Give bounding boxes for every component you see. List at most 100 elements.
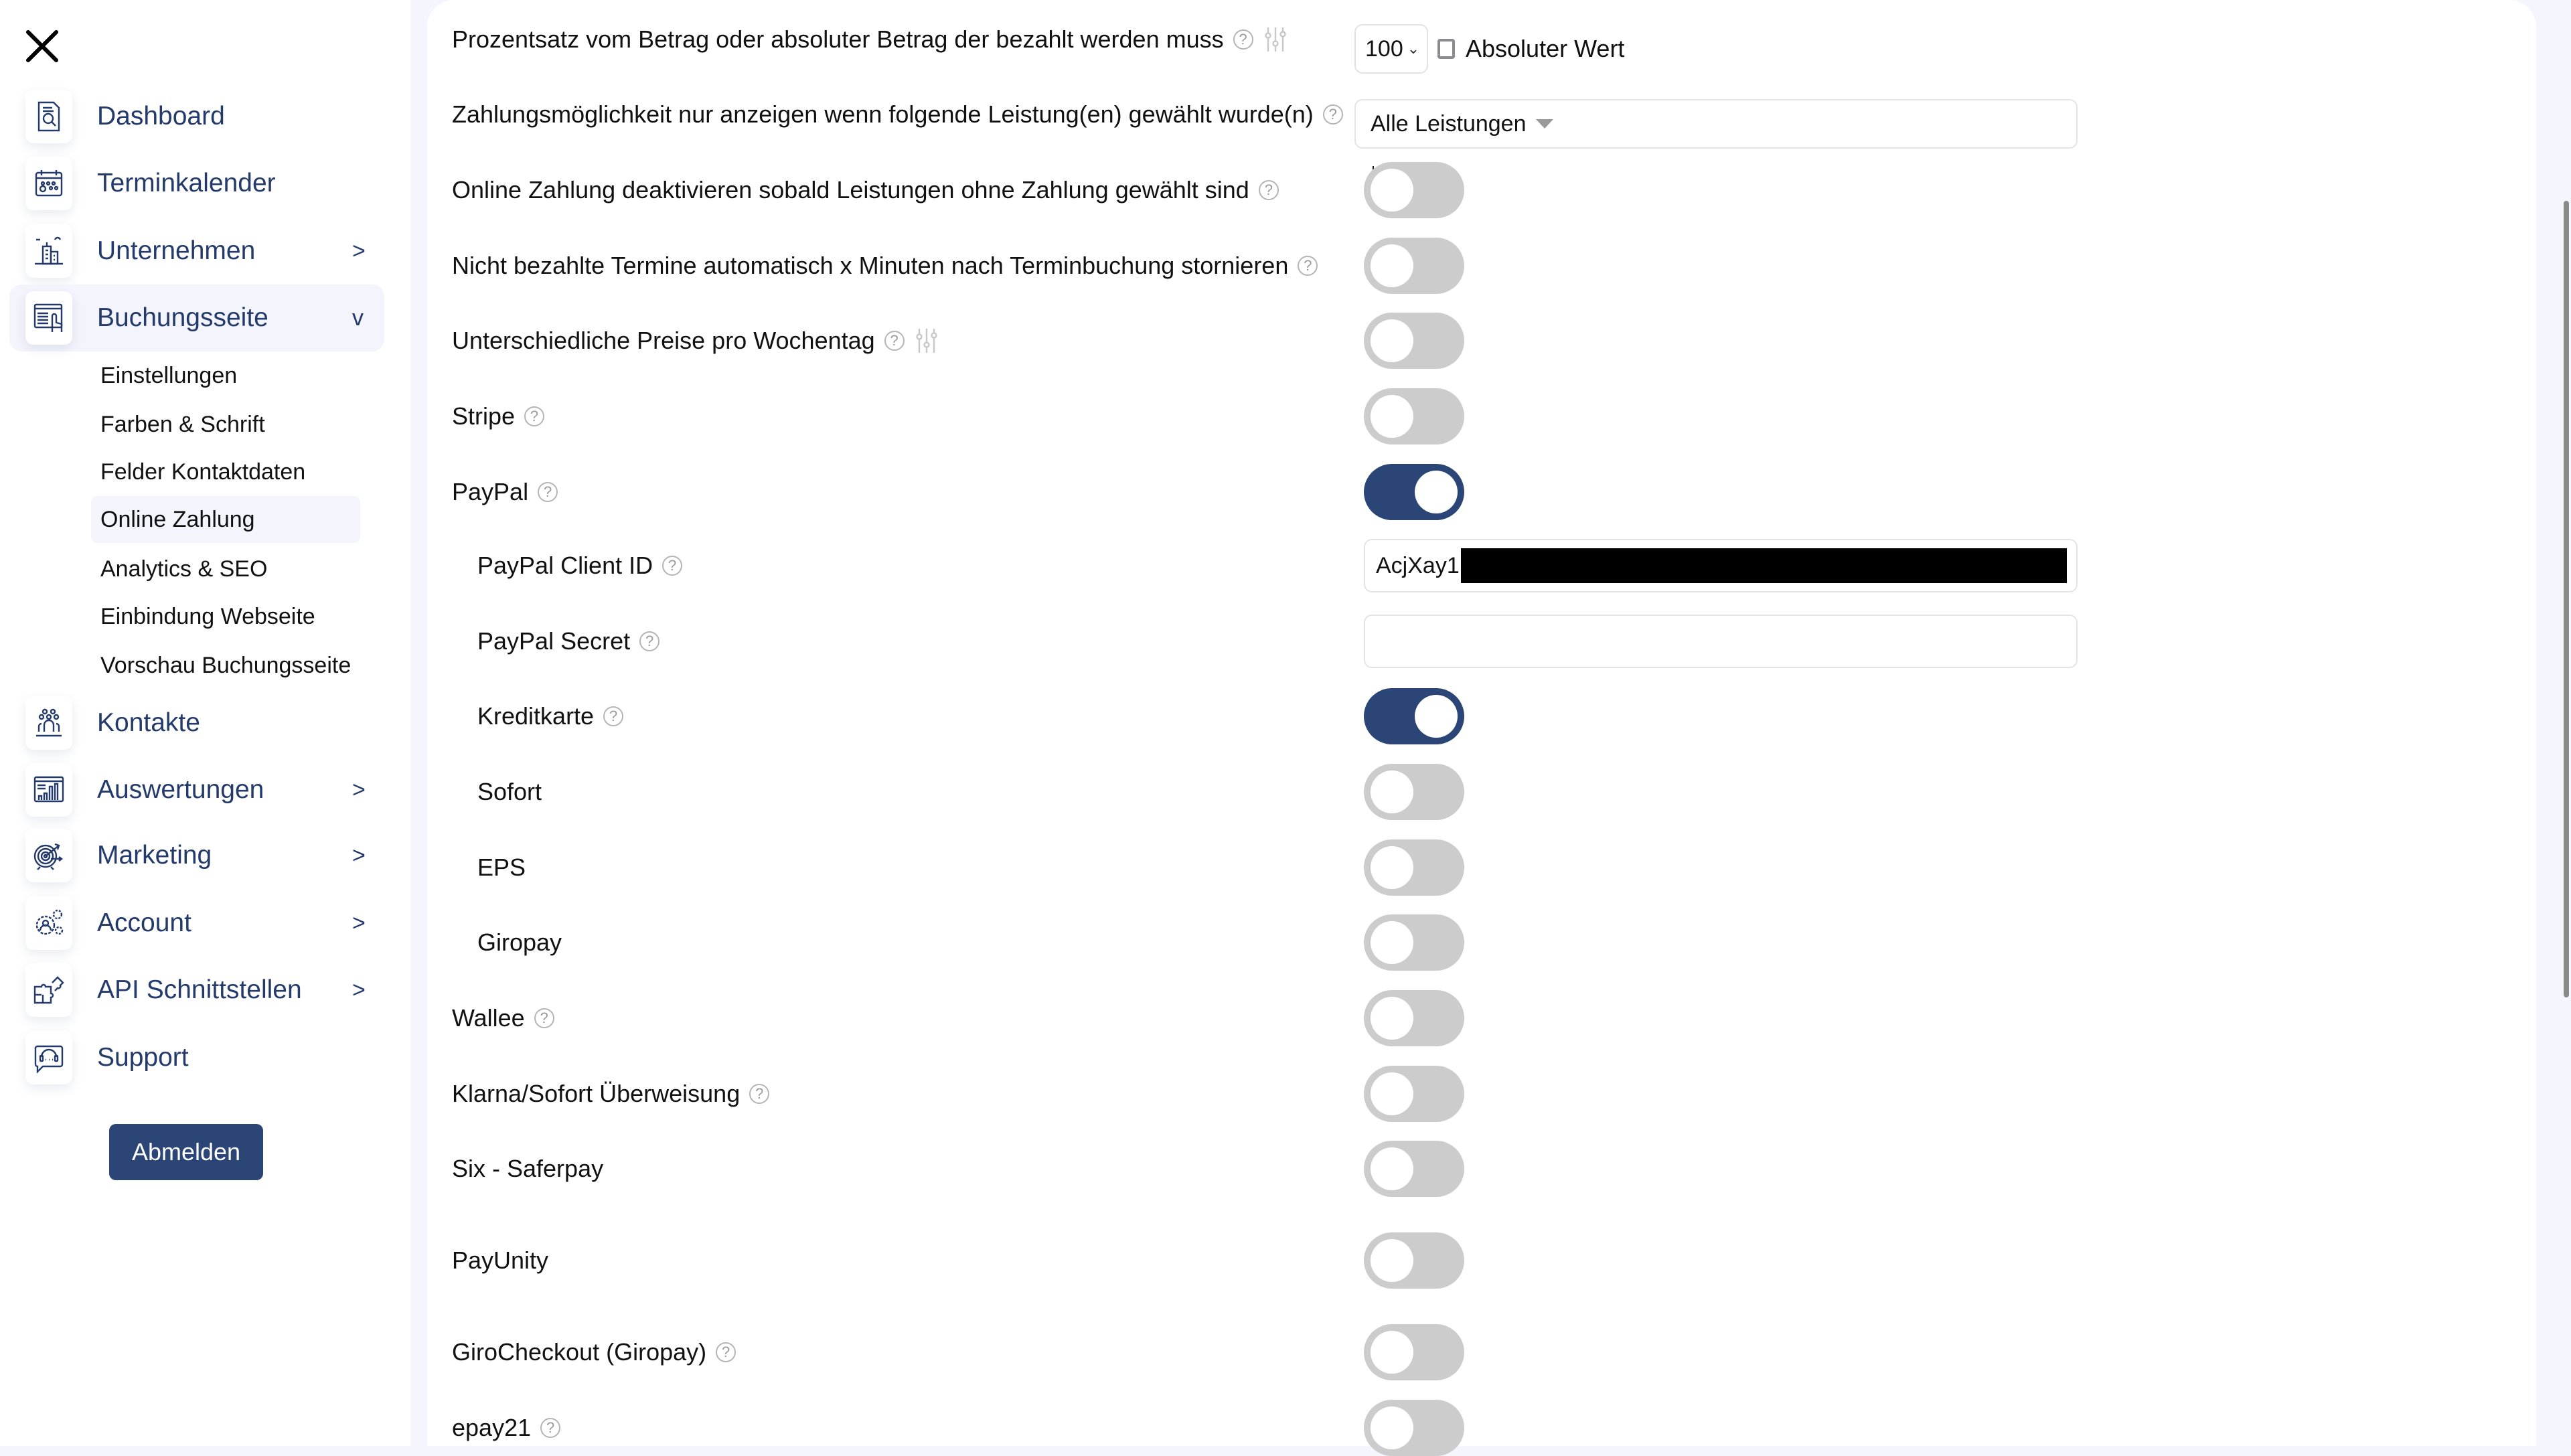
submenu-item-online-zahlung[interactable]: Online Zahlung (91, 496, 360, 543)
toggle-unterschiedliche-preise-pro-wochentag[interactable] (1364, 313, 1464, 369)
setting-label: PayPal Client ID ? (477, 552, 683, 580)
logout-button[interactable]: Abmelden (109, 1124, 263, 1180)
toggle-kreditkarte[interactable] (1364, 688, 1464, 744)
submenu-item-label: Analytics & SEO (100, 556, 268, 582)
toggle-knob (1371, 1331, 1413, 1374)
setting-label: Giropay (477, 928, 562, 957)
help-icon[interactable]: ? (716, 1342, 736, 1362)
setting-label: Six - Saferpay (452, 1155, 603, 1183)
redacted-block (1460, 548, 2067, 583)
submenu-item-farben-schrift[interactable]: Farben & Schrift (91, 401, 360, 448)
toggle-online-zahlung-deaktivieren-sobald-leistungen-ohne-zahlung-gew-hlt-sind[interactable] (1364, 162, 1464, 218)
checkbox-label: Absoluter Wert (1466, 35, 1625, 62)
sidebar-item-support[interactable]: Support (9, 1024, 384, 1091)
setting-label-text: Sofort (477, 778, 542, 805)
chevron-down-icon: v (352, 305, 364, 331)
toggle-knob (1371, 997, 1413, 1040)
setting-label-text: Giropay (477, 928, 562, 956)
toggle-giropay[interactable] (1364, 914, 1464, 971)
help-icon[interactable]: ? (1258, 180, 1279, 200)
sidebar-item-marketing[interactable]: Marketing > (9, 822, 384, 889)
toggle-eps[interactable] (1364, 839, 1464, 896)
help-icon[interactable]: ? (540, 1418, 561, 1438)
help-icon[interactable]: ? (603, 706, 624, 726)
help-icon[interactable]: ? (524, 406, 545, 426)
close-icon[interactable] (24, 28, 60, 64)
target-icon (25, 829, 72, 882)
help-icon[interactable]: ? (639, 631, 660, 651)
setting-label-text: Wallee (452, 1004, 525, 1032)
setting-label: Online Zahlung deaktivieren sobald Leist… (452, 176, 1279, 204)
sidebar-item-terminkalender[interactable]: Terminkalender (9, 150, 384, 217)
toggle-knob (1371, 921, 1413, 964)
help-icon[interactable]: ? (749, 1084, 770, 1104)
help-icon[interactable]: ? (1298, 256, 1318, 276)
caret-down-icon (1535, 119, 1553, 129)
setting-label: Nicht bezahlte Termine automatisch x Min… (452, 252, 1318, 280)
toggle-nicht-bezahlte-termine-automatisch-x-minuten-nach-terminbuchung-stornieren[interactable] (1364, 238, 1464, 294)
setting-label-text: Nicht bezahlte Termine automatisch x Min… (452, 252, 1289, 279)
toggle-paypal[interactable] (1364, 464, 1464, 520)
help-icon[interactable]: ? (538, 482, 558, 502)
submenu-item-einbindung-webseite[interactable]: Einbindung Webseite (91, 593, 360, 640)
sliders-icon[interactable] (1264, 27, 1287, 52)
submenu-item-einstellungen[interactable]: Einstellungen (91, 352, 360, 399)
paypal-client-id-input[interactable]: AcjXay1 (1364, 539, 2078, 592)
toggle-knob (1415, 695, 1458, 738)
submenu-item-label: Online Zahlung (100, 506, 255, 532)
gears-icon (25, 896, 72, 950)
toggle-knob (1371, 1406, 1413, 1449)
services-dropdown-value: Alle Leistungen (1371, 110, 1527, 137)
setting-label: EPS (477, 854, 526, 882)
setting-label: Zahlungsmöglichkeit nur anzeigen wenn fo… (452, 100, 1343, 129)
services-dropdown[interactable]: Alle Leistungen (1354, 99, 2078, 149)
sidebar-item-dashboard[interactable]: Dashboard (9, 83, 384, 150)
toggle-sofort[interactable] (1364, 764, 1464, 820)
checkbox-box[interactable] (1437, 39, 1455, 59)
setting-label: PayPal? (452, 478, 558, 506)
setting-label: Kreditkarte? (477, 702, 624, 730)
amount-select[interactable]: 100 ⌄ (1354, 24, 1428, 74)
sliders-icon[interactable] (915, 329, 938, 353)
chevron-down-icon: ⌄ (1407, 40, 1420, 57)
toggle-girocheckout-giropay[interactable] (1364, 1324, 1464, 1380)
puzzle-icon (25, 963, 72, 1017)
help-icon[interactable]: ? (534, 1008, 554, 1028)
absolute-value-checkbox[interactable]: Absoluter Wert (1437, 35, 1624, 63)
setting-label: Unterschiedliche Preise pro Wochentag? (452, 327, 938, 355)
toggle-knob (1371, 244, 1413, 287)
toggle-knob (1371, 395, 1413, 438)
paypal-secret-input[interactable] (1364, 615, 2078, 668)
help-icon[interactable]: ? (884, 331, 905, 351)
setting-label-text: GiroCheckout (Giropay) (452, 1338, 707, 1366)
contacts-icon (25, 696, 72, 750)
scrollbar-thumb[interactable] (2564, 201, 2569, 997)
sidebar-item-buchungsseite[interactable]: Buchungsseite v (9, 285, 384, 351)
help-icon[interactable]: ? (1233, 29, 1253, 50)
sidebar-item-kontakte[interactable]: Kontakte (9, 690, 384, 756)
help-icon[interactable]: ? (662, 556, 683, 576)
online-payment-settings-panel: Prozentsatz vom Betrag oder absoluter Be… (427, 0, 2536, 1456)
setting-label-text: epay21 (452, 1414, 532, 1441)
toggle-six-saferpay[interactable] (1364, 1141, 1464, 1197)
submenu-item-felder-kontaktdaten[interactable]: Felder Kontaktdaten (91, 449, 360, 495)
help-icon[interactable]: ? (1322, 104, 1343, 125)
setting-label: PayUnity (452, 1246, 548, 1275)
submenu-item-vorschau-buchungsseite[interactable]: Vorschau Buchungsseite (91, 642, 360, 689)
sidebar-item-api-schnittstellen[interactable]: API Schnittstellen > (9, 957, 384, 1024)
submenu-item-label: Farben & Schrift (100, 411, 265, 437)
sidebar-item-account[interactable]: Account > (9, 890, 384, 957)
toggle-knob (1371, 319, 1413, 362)
sidebar-item-auswertungen[interactable]: Auswertungen > (9, 756, 384, 823)
setting-label: GiroCheckout (Giropay)? (452, 1338, 736, 1366)
toggle-epay21[interactable] (1364, 1400, 1464, 1456)
sidebar-item-unternehmen[interactable]: Unternehmen > (9, 218, 384, 285)
toggle-klarna-sofort-berweisung[interactable] (1364, 1066, 1464, 1122)
toggle-wallee[interactable] (1364, 990, 1464, 1046)
toggle-knob (1415, 471, 1458, 513)
toggle-knob (1371, 1147, 1413, 1190)
toggle-stripe[interactable] (1364, 388, 1464, 444)
chevron-right-icon: > (352, 842, 366, 868)
submenu-item-analytics-seo[interactable]: Analytics & SEO (91, 546, 360, 592)
toggle-payunity[interactable] (1364, 1232, 1464, 1289)
